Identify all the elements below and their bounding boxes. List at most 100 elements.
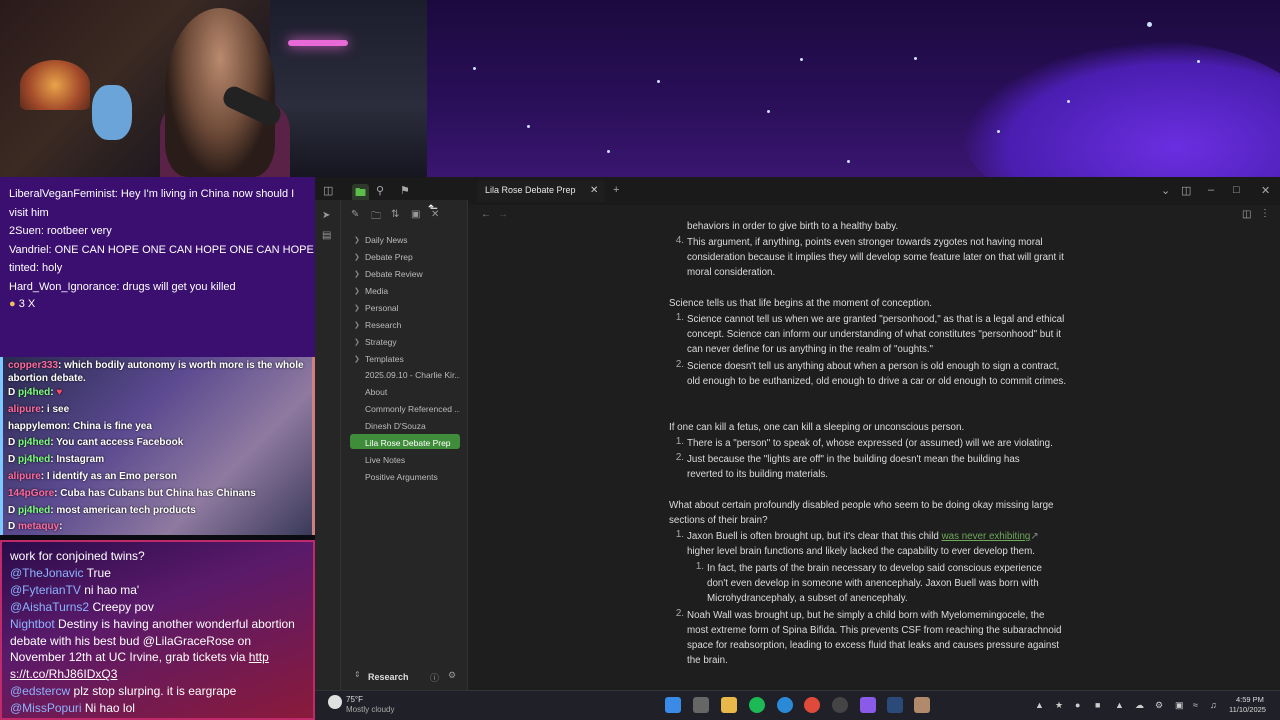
tray-icon[interactable]: ★ <box>1055 700 1063 711</box>
external-link[interactable]: was never exhibiting <box>942 531 1031 542</box>
tray-icon[interactable]: ☁ <box>1135 700 1144 711</box>
folder-templates[interactable]: Templates <box>365 354 460 364</box>
sidebar-toggle-icon[interactable]: ◫ <box>323 184 333 197</box>
chevron-right-icon: ❯ <box>354 237 360 244</box>
more-options-icon[interactable]: ⋮ <box>1260 208 1270 219</box>
clock-time[interactable]: 4:59 PM <box>1236 695 1264 704</box>
tray-icon[interactable]: ⚙ <box>1155 700 1163 711</box>
file-item[interactable]: Positive Arguments <box>365 472 460 482</box>
back-arrow-icon[interactable]: ← <box>481 209 491 220</box>
note-paragraph: If one can kill a fetus, one can kill a … <box>669 422 965 433</box>
list-item: Science cannot tell us when we are grant… <box>687 314 1065 355</box>
vault-switcher[interactable]: ⇕ Research ⓘ ⚙ <box>341 667 468 689</box>
list-number: 4. <box>675 235 684 246</box>
note-paragraph: Science tells us that life begins at the… <box>669 298 933 309</box>
webcam-feed <box>0 0 427 177</box>
settings-icon[interactable]: ⚙ <box>448 670 456 681</box>
tray-icon[interactable]: ▲ <box>1035 700 1044 710</box>
file-explorer-icon[interactable] <box>721 697 737 713</box>
volume-icon[interactable]: ♫ <box>1210 700 1217 710</box>
list-item: There is a "person" to speak of, whose e… <box>687 438 1053 449</box>
weather-desc[interactable]: Mostly cloudy <box>346 705 394 714</box>
search-icon[interactable]: ⚲ <box>376 184 384 197</box>
tray-icon[interactable]: ▲ <box>1115 700 1124 710</box>
folder-media[interactable]: Media <box>365 286 460 296</box>
file-item[interactable]: Dinesh D'Souza <box>365 421 460 431</box>
new-tab-icon[interactable]: + <box>613 184 619 196</box>
mouse-cursor-icon: ⬑ <box>428 201 439 215</box>
task-view-icon[interactable] <box>693 697 709 713</box>
reading-view-icon[interactable]: ◫ <box>1242 209 1251 220</box>
chat-message: 144pGore: Cuba has Cubans but China has … <box>8 487 256 499</box>
weather-icon[interactable] <box>328 695 342 709</box>
updown-icon: ⇕ <box>354 670 361 679</box>
chat-panel-bottom: work for conjoined twins? @TheJonavic Tr… <box>0 540 315 720</box>
folder-daily-news[interactable]: Daily News <box>365 235 460 245</box>
forward-arrow-icon[interactable]: → <box>498 209 508 220</box>
list-item: This argument, if anything, points even … <box>687 237 1064 278</box>
folder-personal[interactable]: Personal <box>365 303 460 313</box>
file-item[interactable]: 2025.09.10 - Charlie Kir... <box>365 370 460 380</box>
windows-start-icon[interactable] <box>665 697 681 713</box>
note-paragraph: What about certain profoundly disabled p… <box>669 500 1054 526</box>
chrome-icon[interactable] <box>804 697 820 713</box>
clock-date[interactable]: 11/10/2025 <box>1229 705 1266 714</box>
list-number: 2. <box>675 359 684 370</box>
list-item: In fact, the parts of the brain necessar… <box>707 563 1042 604</box>
spotify-icon[interactable] <box>749 697 765 713</box>
file-item[interactable]: Live Notes <box>365 455 460 465</box>
obsidian-icon[interactable] <box>860 697 876 713</box>
list-item: behaviors in order to give birth to a he… <box>687 221 899 231</box>
list-number: 1. <box>675 529 684 540</box>
list-item: Just because the "lights are off" in the… <box>687 454 1020 480</box>
new-note-icon[interactable]: ✎ <box>351 209 359 220</box>
chat-message: Hard_Won_Ignorance: drugs will get you k… <box>9 280 236 293</box>
steam-icon[interactable] <box>887 697 903 713</box>
collapse-icon[interactable]: ▣ <box>411 209 420 220</box>
minimize-icon[interactable]: – <box>1208 184 1214 196</box>
folder-debate-review[interactable]: Debate Review <box>365 269 460 279</box>
list-item: Noah Wall was brought up, but he simply … <box>687 610 1062 666</box>
tray-icon[interactable]: ■ <box>1095 700 1100 710</box>
tray-icon[interactable]: ▣ <box>1175 700 1184 711</box>
chat-message: D pj4hed: ♥ <box>8 387 63 398</box>
list-number: 2. <box>675 452 684 463</box>
chevron-right-icon: ❯ <box>354 271 360 278</box>
folder-research[interactable]: Research <box>365 320 460 330</box>
help-icon[interactable]: ⓘ <box>430 671 439 684</box>
list-number: 1. <box>695 561 704 572</box>
panel-icon[interactable]: ▤ <box>322 230 331 241</box>
file-item[interactable]: About <box>365 387 460 397</box>
space-background <box>427 0 1280 177</box>
tab-lila-rose-debate-prep[interactable]: Lila Rose Debate Prep <box>477 180 605 202</box>
folder-strategy[interactable]: Strategy <box>365 337 460 347</box>
weather-temp[interactable]: 75°F <box>346 695 363 704</box>
edge-icon[interactable] <box>777 697 793 713</box>
sort-icon[interactable]: ⇅ <box>391 209 399 220</box>
ribbon: ➤ ▤ <box>315 200 341 690</box>
tab-close-icon[interactable]: ✕ <box>590 185 598 196</box>
obs-icon[interactable] <box>914 697 930 713</box>
chevron-right-icon: ❯ <box>354 322 360 329</box>
layout-icon[interactable]: ◫ <box>1181 184 1191 197</box>
maximize-icon[interactable]: □ <box>1233 184 1240 196</box>
chat-message: copper333: which bodily autonomy is wort… <box>8 360 304 384</box>
close-icon[interactable]: ✕ <box>1261 184 1270 197</box>
tray-icon[interactable]: ● <box>1075 700 1080 710</box>
chat-message: @AishaTurns2 Creepy pov <box>10 599 154 614</box>
new-folder-icon[interactable]: 🗀 <box>371 209 381 226</box>
chat-panel-middle: copper333: which bodily autonomy is wort… <box>0 357 315 535</box>
chevron-down-icon[interactable]: ⌄ <box>1161 184 1170 197</box>
file-item-active[interactable]: Lila Rose Debate Prep <box>365 438 460 448</box>
app-icon[interactable] <box>832 697 848 713</box>
external-link-icon: ↗ <box>1030 531 1039 542</box>
bookmark-icon[interactable]: ⚑ <box>400 184 410 197</box>
chat-message: happylemon: China is fine yea <box>8 420 152 432</box>
file-item[interactable]: Commonly Referenced ... <box>365 404 460 414</box>
wifi-icon[interactable]: ≈ <box>1193 700 1198 710</box>
chevron-right-icon: ❯ <box>354 305 360 312</box>
chat-panel-top: LiberalVeganFeminist: Hey I'm living in … <box>0 177 315 357</box>
folder-debate-prep[interactable]: Debate Prep <box>365 252 460 262</box>
send-icon[interactable]: ➤ <box>322 210 330 221</box>
chat-message: work for conjoined twins? <box>10 549 145 563</box>
